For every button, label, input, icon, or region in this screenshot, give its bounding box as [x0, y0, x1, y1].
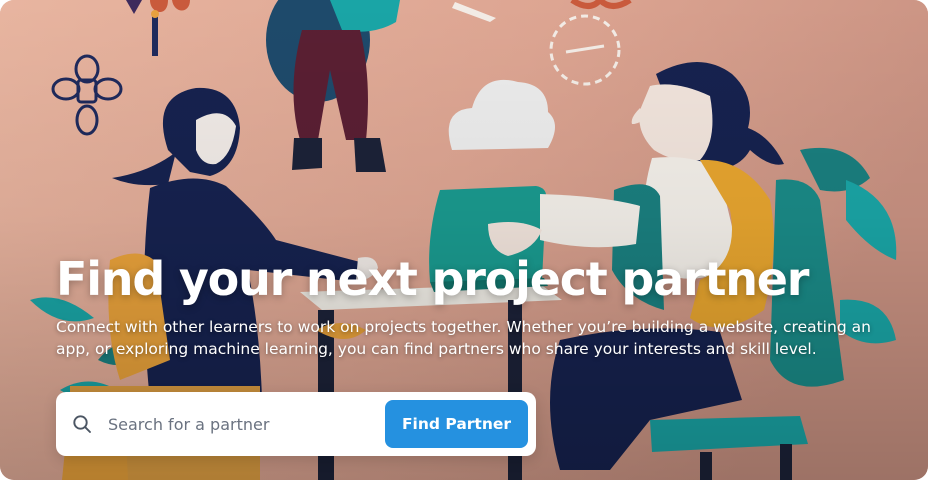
find-partner-button[interactable]: Find Partner	[385, 400, 528, 448]
search-bar: Find Partner	[56, 392, 536, 456]
hero-banner: Find your next project partner Connect w…	[0, 0, 928, 480]
hero-title: Find your next project partner	[56, 252, 809, 306]
search-icon	[73, 415, 91, 433]
search-input[interactable]	[108, 406, 420, 442]
hero-content: Find your next project partner Connect w…	[56, 252, 886, 360]
hero-description: Connect with other learners to work on p…	[56, 318, 871, 358]
